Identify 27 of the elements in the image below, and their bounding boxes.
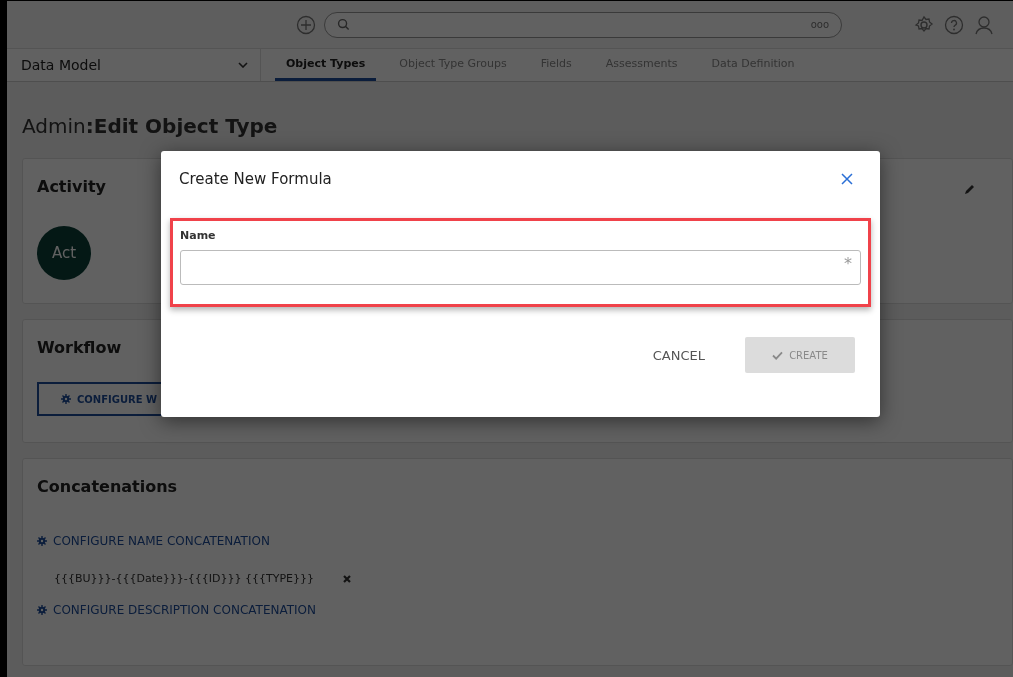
section-title: Concatenations [37, 477, 178, 496]
section-title: Activity [37, 177, 106, 196]
nav-tab[interactable]: Object Types [275, 49, 377, 81]
avatar-circle: Act [37, 226, 91, 280]
help-icon[interactable] [944, 14, 964, 35]
concatenation-value: {{{BU}}}-{{{Date}}}-{{{ID}}} {{{TYPE}}} [54, 572, 315, 585]
module-dropdown[interactable]: Data Model [7, 49, 261, 81]
page-title: Admin:Edit Object Type [22, 113, 279, 140]
check-icon [772, 350, 784, 360]
remove-icon[interactable] [342, 573, 353, 584]
configure-link[interactable]: CONFIGURE DESCRIPTION CONCATENATION [37, 603, 316, 617]
configure-link[interactable]: CONFIGURE NAME CONCATENATION [37, 534, 270, 548]
search-icon [337, 18, 350, 31]
gear-icon [61, 394, 71, 404]
gear-icon [37, 536, 47, 546]
chevron-down-icon [238, 62, 248, 68]
required-mark: * [844, 254, 852, 273]
close-icon[interactable] [841, 173, 853, 185]
add-icon[interactable] [296, 14, 316, 35]
gear-icon [37, 605, 47, 615]
dialog-title: Create New Formula [179, 170, 332, 188]
name-input[interactable]: * [180, 250, 861, 285]
pencil-icon[interactable] [964, 183, 976, 195]
field-label: Name [180, 229, 217, 242]
section-title: Workflow [37, 338, 122, 357]
cancel-button[interactable]: CANCEL [646, 346, 711, 364]
user-icon[interactable] [974, 14, 994, 35]
